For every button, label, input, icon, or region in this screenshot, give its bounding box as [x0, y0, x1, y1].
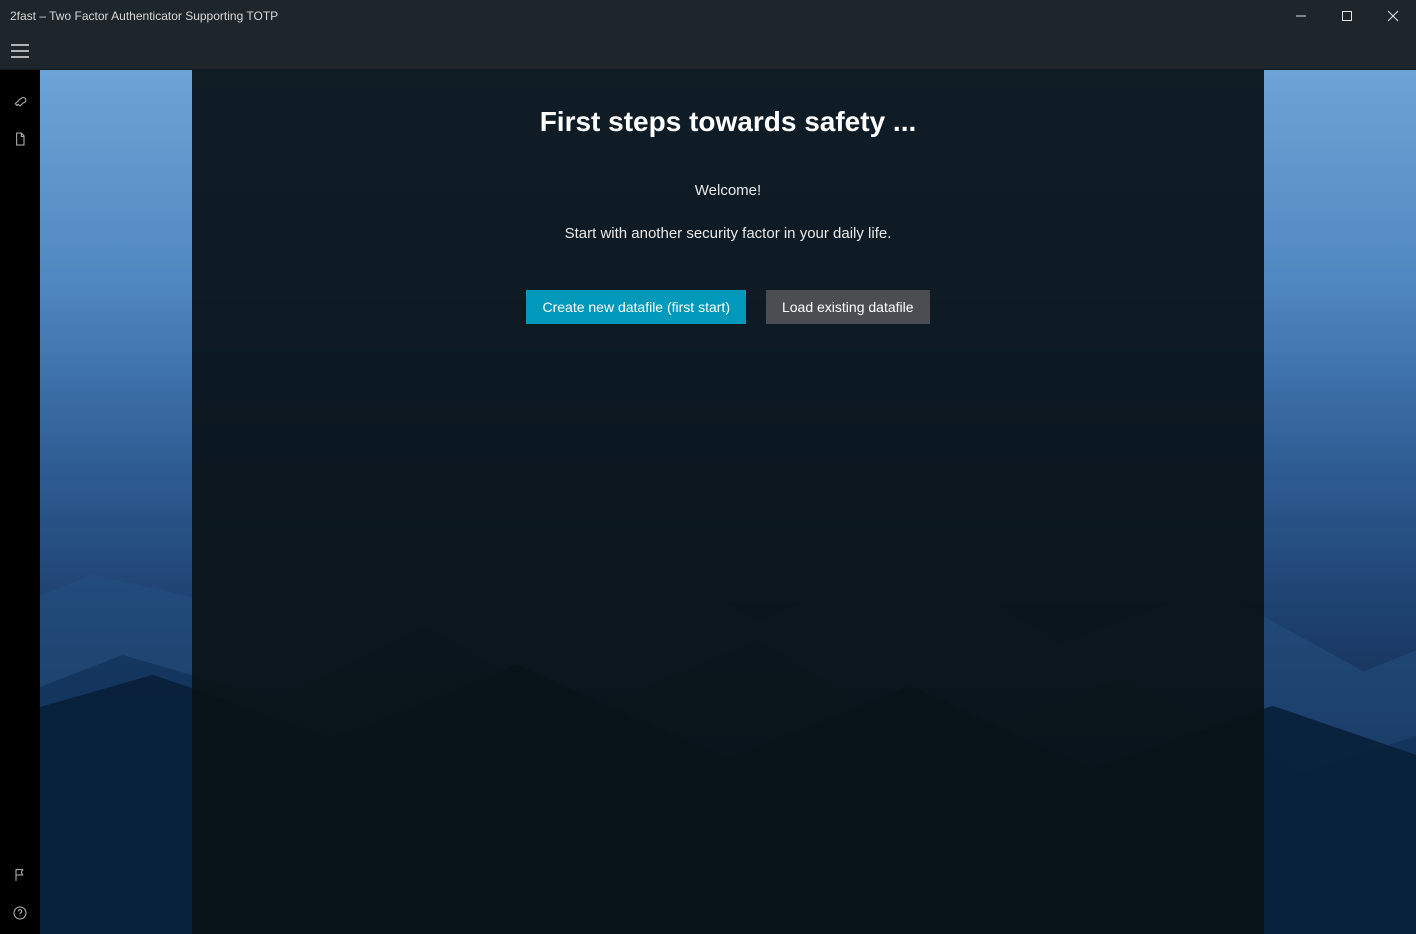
- nav-item-datafile[interactable]: [0, 122, 40, 160]
- hamburger-button[interactable]: [10, 41, 30, 61]
- minimize-button[interactable]: [1278, 0, 1324, 32]
- menu-strip: [0, 32, 1416, 70]
- load-datafile-button[interactable]: Load existing datafile: [766, 290, 930, 324]
- nav-item-feedback[interactable]: [0, 858, 40, 896]
- flag-icon: [12, 867, 28, 888]
- window-controls: [1278, 0, 1416, 32]
- create-datafile-button[interactable]: Create new datafile (first start): [526, 290, 746, 324]
- body: First steps towards safety ... Welcome! …: [0, 70, 1416, 934]
- titlebar: 2fast – Two Factor Authenticator Support…: [0, 0, 1416, 32]
- help-icon: [12, 905, 28, 926]
- file-icon: [12, 131, 28, 152]
- window-title: 2fast – Two Factor Authenticator Support…: [10, 9, 278, 23]
- maximize-button[interactable]: [1324, 0, 1370, 32]
- page-heading: First steps towards safety ...: [192, 106, 1264, 138]
- nav-item-help[interactable]: [0, 896, 40, 934]
- welcome-content: First steps towards safety ... Welcome! …: [192, 70, 1264, 324]
- content-stage: First steps towards safety ... Welcome! …: [40, 70, 1416, 934]
- button-row: Create new datafile (first start) Load e…: [192, 290, 1264, 324]
- close-button[interactable]: [1370, 0, 1416, 32]
- key-icon: [12, 93, 28, 114]
- welcome-panel: First steps towards safety ... Welcome! …: [192, 70, 1264, 934]
- nav-item-accounts[interactable]: [0, 84, 40, 122]
- nav-rail: [0, 70, 40, 934]
- subline-text: Start with another security factor in yo…: [192, 225, 1264, 242]
- welcome-text: Welcome!: [192, 182, 1264, 199]
